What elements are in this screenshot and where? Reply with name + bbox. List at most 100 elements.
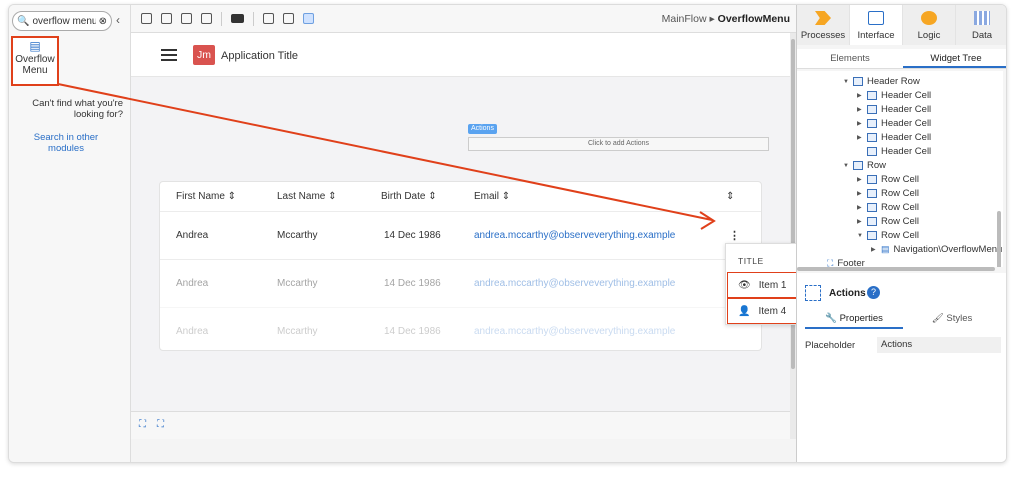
screen-canvas[interactable]: Jm Application Title Actions Click to ad… [131,33,790,439]
tree-node-label: Footer [837,258,865,267]
collapsed-icon[interactable]: ▶ [857,92,863,99]
table-row-icon [853,77,863,86]
search-other-modules-link[interactable]: Search in other modules [19,132,113,154]
breadcrumb-flow[interactable]: MainFlow [662,13,707,25]
processes-icon [815,11,831,25]
tree-node-header-cell[interactable]: ▶ Header Cell [857,103,931,116]
tree-node-row-cell[interactable]: ▶ Row Cell [857,187,919,200]
toolbox-search[interactable]: 🔍 overflow menu ⊗ [12,11,112,31]
cell-first-name: Andrea [176,230,209,241]
cell-email[interactable]: andrea.mccarthy@observeverything.example [474,260,675,308]
tree-node-row-cell[interactable]: ▼ Row Cell [857,229,919,242]
tree-node-row-cell[interactable]: ▶ Row Cell [857,215,919,228]
collapsed-icon[interactable]: ▶ [857,176,863,183]
tab-interface[interactable]: Interface [850,5,903,45]
column-header[interactable]: First Name ⇕ [176,182,236,212]
tab-data[interactable]: Data [956,5,1006,45]
property-tabs: 🔧 Properties 🖌 Styles [805,309,1001,329]
cell-icon [867,189,877,198]
app-title: Application Title [221,50,299,62]
tab-label: Properties [839,313,883,324]
tree-node-header-cell[interactable]: Header Cell [857,145,931,158]
tree-node-header-row[interactable]: ▼ Header Row [843,75,920,88]
cell-first-name: Andrea [176,326,209,337]
help-icon[interactable]: ? [867,286,880,299]
tree-node-header-cell[interactable]: ▶ Header Cell [857,117,931,130]
collapsed-icon[interactable]: ▶ [857,218,863,225]
align-right-icon[interactable] [303,13,314,24]
column-header[interactable]: Last Name ⇕ [277,182,337,212]
overflow-menu-widget[interactable]: ▤ Overflow Menu [11,36,59,86]
tree-node-row[interactable]: ▼ Row [843,159,886,172]
tab-elements[interactable]: Elements [797,49,903,68]
select-placeholder-icon[interactable]: ⛶ [157,419,164,430]
tree-node-label: Row Cell [881,202,920,213]
tab-processes[interactable]: Processes [797,5,850,45]
selected-widget-name: Actions [829,288,866,299]
collapsed-icon[interactable]: ▶ [857,106,863,113]
tab-label: Data [971,30,993,41]
expanded-icon[interactable]: ▼ [843,163,849,169]
cell-icon [867,203,877,212]
properties-section: Actions ? 🔧 Properties 🖌 Styles Placehol… [797,273,1006,462]
tab-logic[interactable]: Logic [903,5,956,45]
property-value-field[interactable]: Actions [877,337,1001,353]
tree-node-row-cell[interactable]: ▶ Row Cell [857,173,919,186]
collapsed-icon[interactable]: ▶ [857,134,863,141]
cant-find-text: Can't find what you're looking for? [32,98,123,120]
toolbar-divider [221,11,222,26]
tree-node-overflow-menu[interactable]: ▶ ▤ Navigation\OverflowMenu [871,243,1002,256]
align-center-icon[interactable] [283,13,294,24]
widget-label: Overflow Menu [15,54,55,76]
expanded-icon[interactable]: ▼ [857,233,863,239]
search-input[interactable]: overflow menu [32,16,95,27]
expanded-icon[interactable]: ▼ [843,79,849,85]
app-window: 🔍 overflow menu ⊗ ‹ ▤ Overflow Menu Can'… [8,4,1007,463]
tree-horizontal-scrollbar[interactable] [797,267,995,271]
tree-node-header-cell[interactable]: ▶ Header Cell [857,89,931,102]
breadcrumb-screen: OverflowMenu [717,13,790,25]
tab-widget-tree[interactable]: Widget Tree [903,49,1006,68]
collapsed-icon[interactable]: ▶ [871,246,877,253]
placeholder-icon: ⛶ [827,258,834,267]
cell-icon [867,119,877,128]
tree-node-header-cell[interactable]: ▶ Header Cell [857,131,931,144]
overflow-menu-icon: ▤ [881,244,890,254]
interface-icon [868,11,884,25]
widget-boundaries-icon[interactable]: ⛶ [139,419,146,430]
align-left-icon[interactable] [263,13,274,24]
column-header[interactable]: ⇕ [726,182,734,212]
menu-icon[interactable] [161,49,177,61]
table-row[interactable]: Andrea Mccarthy 14 Dec 1986 andrea.mccar… [160,308,761,350]
tree-node-footer[interactable]: ⛶ Footer [827,257,865,267]
device-frame-icon[interactable] [201,13,212,24]
column-header[interactable]: Birth Date ⇕ [381,182,437,212]
tab-label: Interface [857,30,895,41]
tree-scrollbar[interactable] [997,211,1001,267]
collapse-panel-icon[interactable]: ‹ [116,13,120,27]
desktop-view-icon[interactable] [181,13,192,24]
tree-node-row-cell[interactable]: ▶ Row Cell [857,201,919,214]
collapsed-icon[interactable]: ▶ [857,190,863,197]
column-header[interactable]: Email ⇕ [474,182,510,212]
users-table: First Name ⇕ Last Name ⇕ Birth Date ⇕ Em… [159,181,762,351]
cell-email[interactable]: andrea.mccarthy@observeverything.example [474,212,675,260]
tab-styles[interactable]: 🖌 Styles [903,309,1001,329]
phone-view-icon[interactable] [141,13,152,24]
collapsed-icon[interactable]: ▶ [857,204,863,211]
main-tabs: Processes Interface Logic Data [797,5,1006,45]
cell-birth-date: 14 Dec 1986 [384,326,441,337]
tab-properties[interactable]: 🔧 Properties [805,309,903,329]
popup-item-1[interactable]: 👁 Item 1 [727,272,797,298]
clear-search-icon[interactable]: ⊗ [99,16,107,27]
css-icon[interactable] [231,14,244,23]
property-label: Placeholder [805,339,856,351]
actions-placeholder[interactable]: Click to add Actions [468,137,769,151]
table-row[interactable]: Andrea Mccarthy 14 Dec 1986 andrea.mccar… [160,212,761,260]
tablet-view-icon[interactable] [161,13,172,24]
cell-email[interactable]: andrea.mccarthy@observeverything.example [474,308,675,350]
table-row[interactable]: Andrea Mccarthy 14 Dec 1986 andrea.mccar… [160,260,761,308]
popup-item-4[interactable]: 👤 Item 4 [727,298,797,324]
actions-placeholder-tag[interactable]: Actions [468,124,497,134]
collapsed-icon[interactable]: ▶ [857,120,863,127]
